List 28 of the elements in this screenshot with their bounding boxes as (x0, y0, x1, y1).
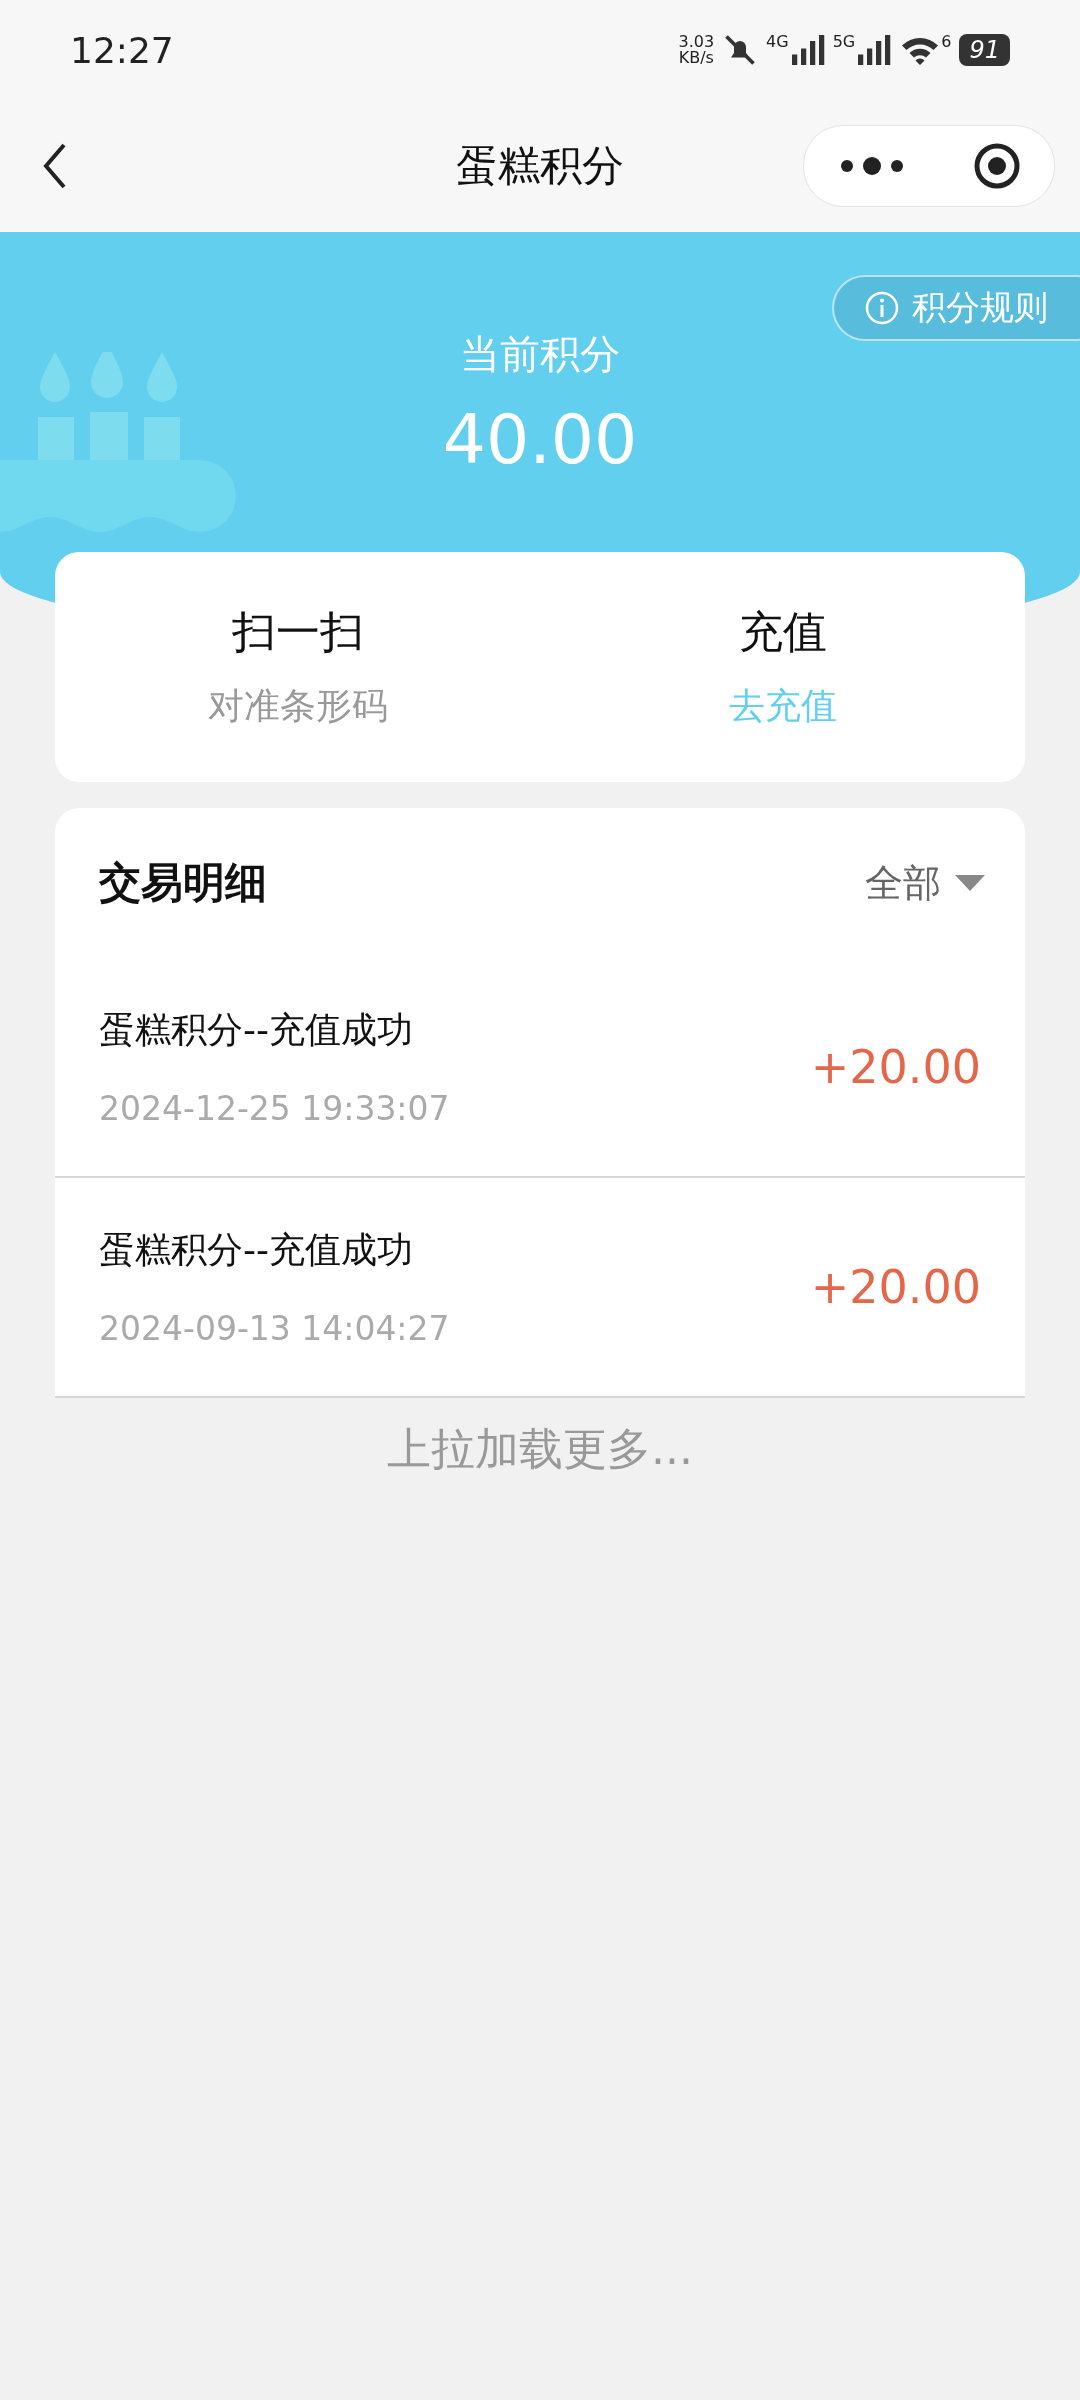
transaction-name: 蛋糕积分--充值成功 (99, 1228, 414, 1272)
info-icon (864, 290, 900, 326)
transaction-row[interactable]: 蛋糕积分--充值成功 2024-09-13 14:04:27 +20.00 (55, 1178, 1025, 1398)
action-title[interactable]: 扫一扫 (231, 603, 364, 662)
network-speed: 3.03 (678, 34, 715, 50)
status-time: 12:27 (70, 29, 174, 71)
section-title: 交易明细 (99, 857, 267, 909)
action-hint: 对准条形码 (207, 684, 388, 728)
network-type: 5G (832, 32, 856, 51)
network-speed-unit: KB/s (678, 50, 714, 66)
transaction-amount: +20.00 (810, 1260, 981, 1314)
transaction-time: 2024-12-25 19:33:07 (99, 1089, 450, 1128)
points-label: 当前积分 (460, 330, 620, 379)
transaction-row[interactable]: 蛋糕积分--充值成功 2024-12-25 19:33:07 +20.00 (55, 958, 1025, 1178)
wifi-label: 6 (941, 32, 952, 51)
battery-level: 91 (959, 34, 1010, 66)
transaction-time: 2024-09-13 14:04:27 (99, 1309, 450, 1348)
network-type: 4G (766, 32, 789, 51)
transaction-amount: +20.00 (810, 1040, 981, 1094)
close-icon[interactable] (973, 142, 1021, 190)
signal-icon (855, 32, 892, 68)
transaction-name: 蛋糕积分--充值成功 (99, 1008, 414, 1052)
action-title[interactable]: 充值 (738, 603, 827, 662)
caret-icon (955, 875, 985, 891)
load-more-hint: 上拉加载更多... (387, 1422, 693, 1476)
page-title: 蛋糕积分 (456, 140, 624, 192)
filter-dropdown[interactable]: 全部 (865, 857, 985, 909)
points-value: 40.00 (442, 400, 638, 479)
